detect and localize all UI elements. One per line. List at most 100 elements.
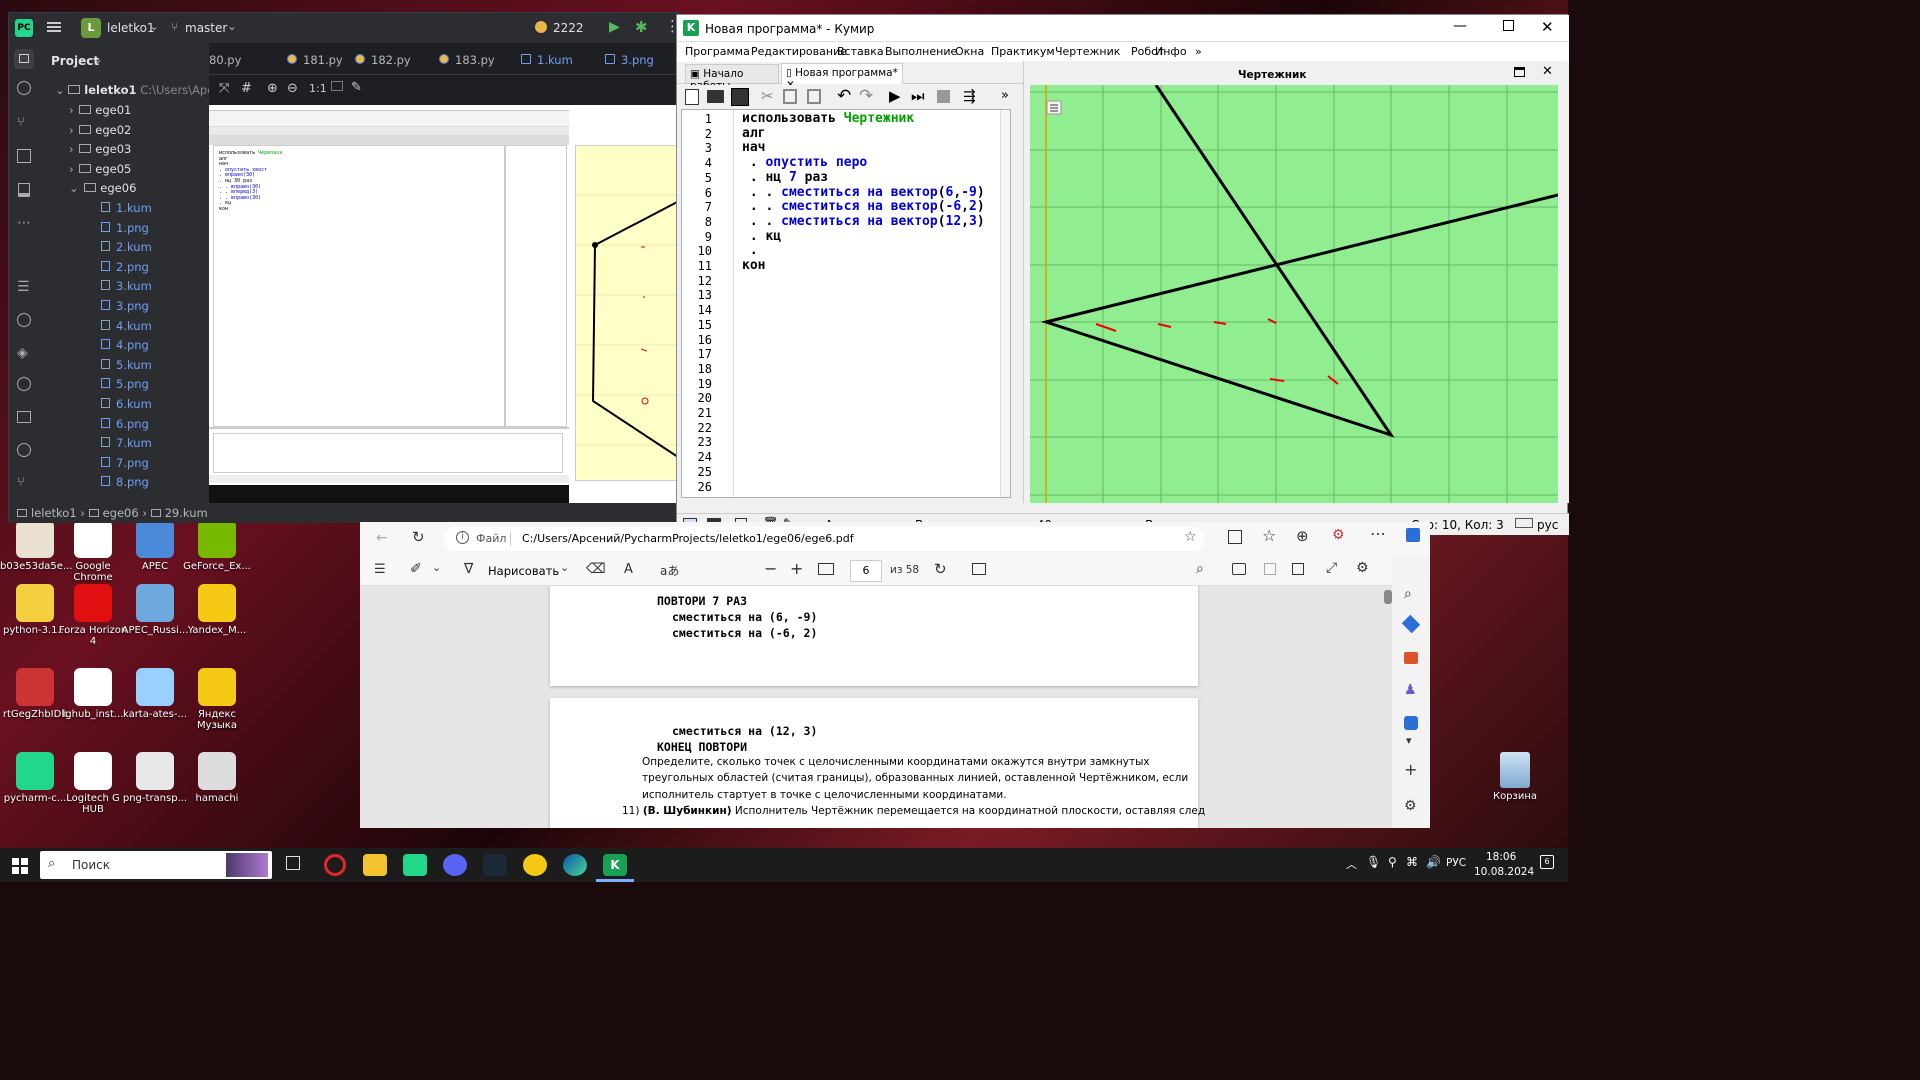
layers-icon[interactable]: ◈ — [17, 345, 28, 361]
menu-item[interactable]: » — [1195, 45, 1202, 58]
contents-icon[interactable]: ☰ — [374, 562, 386, 577]
copy-icon[interactable] — [783, 89, 797, 104]
run-icon[interactable]: ▶ — [889, 87, 901, 105]
tree-file[interactable]: 6.png — [101, 417, 149, 437]
tree-file[interactable]: 4.kum — [101, 319, 152, 339]
code-editor[interactable]: 1 2 3 4 5 6 7 8 9 10 11 12 13 14 15 16 17 18 19 20 21 22 23 24 2… — [681, 109, 1011, 498]
add-icon[interactable]: + — [1404, 760, 1417, 779]
search-icon[interactable]: ⌕ — [1404, 586, 1412, 602]
fullscreen-icon[interactable]: ⤢ — [1326, 560, 1337, 576]
zoom-out-icon[interactable]: − — [764, 559, 777, 578]
fit-page-icon[interactable] — [818, 563, 834, 575]
tree-file[interactable]: 2.png — [101, 260, 149, 280]
undock-icon[interactable] — [1514, 67, 1525, 77]
editor-tab[interactable]: 80.py — [209, 53, 241, 67]
breadcrumb-item[interactable]: leletko1 — [31, 506, 77, 520]
usb-icon[interactable]: ⌘ — [1406, 855, 1418, 869]
actual-size-button[interactable]: 1:1 — [309, 82, 327, 95]
translate-icon[interactable]: aあ — [660, 562, 679, 579]
tree-file[interactable]: 5.png — [101, 377, 149, 397]
code-line[interactable]: . кц — [742, 229, 781, 245]
editor-tab[interactable]: 182.py — [355, 53, 411, 67]
tree-file[interactable]: 5.kum — [101, 358, 152, 378]
desktop-icon[interactable]: APEC — [120, 520, 190, 572]
notifications-icon[interactable]: 6 — [1540, 855, 1554, 869]
chevron-down-icon[interactable]: ⌄ — [560, 561, 569, 574]
paste-icon[interactable] — [807, 89, 821, 104]
tree-file[interactable]: 3.kum — [101, 279, 152, 299]
file-explorer-icon[interactable] — [363, 854, 387, 876]
menu-item[interactable]: Практикум — [991, 45, 1055, 58]
chevron-down-icon[interactable]: ⌄ — [432, 561, 441, 574]
desktop-icon[interactable]: Яндекс Музыка — [182, 668, 252, 731]
git-icon[interactable]: ⑂ — [17, 475, 25, 490]
address-bar[interactable]: i Файл C:/Users/Арсений/PycharmProjects/… — [444, 527, 1204, 551]
zoom-out-icon[interactable]: ⊖ — [287, 81, 298, 96]
menu-item[interactable]: Вставка — [837, 45, 884, 58]
minimize-icon[interactable]: — — [1453, 18, 1467, 34]
editor-tab[interactable]: 181.py — [287, 53, 343, 67]
yandex-music-icon[interactable] — [523, 854, 547, 876]
editor-tab[interactable]: 3.png — [605, 53, 654, 67]
browser-menu-icon[interactable]: ⋯ — [1370, 524, 1386, 543]
eraser-icon[interactable]: ⌫ — [586, 561, 606, 577]
tree-root[interactable]: ⌄ leletko1 C:\Users\Арсен — [55, 83, 228, 103]
structure-icon[interactable] — [17, 149, 31, 163]
tree-file[interactable]: 7.kum — [101, 436, 152, 456]
undo-icon[interactable]: ↶ — [837, 86, 851, 106]
step-into-icon[interactable]: ⇶ — [963, 87, 976, 105]
tree-file[interactable]: 1.kum — [101, 201, 152, 221]
tree-file[interactable]: 3.png — [101, 299, 149, 319]
reload-icon[interactable]: ↻ — [412, 528, 425, 546]
chevron-down-icon[interactable]: ▾ — [1406, 734, 1412, 747]
tree-folder[interactable]: › ege05 — [69, 162, 131, 182]
run-icon[interactable]: ▶ — [609, 19, 620, 35]
volume-icon[interactable]: 🔊 — [1426, 855, 1441, 869]
save-icon[interactable] — [1264, 563, 1276, 575]
editor-scrollbar[interactable] — [1000, 110, 1010, 497]
tree-file[interactable]: 1.png — [101, 221, 149, 241]
desktop-icon[interactable]: karta-ates-... — [120, 668, 190, 720]
opera-icon[interactable] — [324, 854, 346, 876]
terminal-icon[interactable] — [17, 411, 31, 423]
desktop-icon[interactable]: Yandex_M... — [182, 584, 252, 636]
desktop-icon[interactable]: Forza Horizon 4 — [58, 584, 128, 647]
office-icon[interactable] — [1404, 716, 1418, 730]
menu-item[interactable]: Чертежник — [1055, 45, 1120, 58]
code-line[interactable]: использовать Чертежник — [742, 111, 914, 127]
shopping-icon[interactable] — [1401, 614, 1421, 634]
code-line[interactable]: кон — [742, 258, 765, 274]
edge-icon[interactable] — [563, 854, 587, 876]
menu-item[interactable]: Окна — [955, 45, 984, 58]
print-icon[interactable] — [1232, 563, 1246, 575]
todo-icon[interactable]: ☰ — [17, 279, 30, 295]
problems-icon[interactable] — [17, 443, 31, 457]
desktop-icon[interactable]: Logitech G HUB — [58, 752, 128, 815]
debug-icon[interactable]: ✱ — [635, 18, 648, 36]
tray-chevron-icon[interactable]: ︿ — [1346, 856, 1357, 872]
bookmarks-icon[interactable] — [18, 183, 30, 197]
menu-item[interactable]: Инфо — [1155, 45, 1187, 58]
services-icon[interactable] — [17, 377, 31, 391]
clock-time[interactable]: 18:06 — [1486, 851, 1516, 863]
code-line[interactable]: . опустить перо — [742, 155, 867, 171]
steam-icon[interactable] — [483, 854, 507, 876]
editor-tab[interactable]: 1.kum — [521, 53, 573, 67]
page-view-icon[interactable] — [972, 563, 986, 575]
taskbar-search[interactable]: ⌕ Поиск — [40, 851, 272, 879]
split-screen-icon[interactable] — [1228, 530, 1242, 544]
pdf-scrollbar-thumb[interactable] — [1384, 590, 1392, 604]
tree-folder[interactable]: › ege02 — [69, 123, 131, 143]
desktop-icon[interactable]: lghub_inst... — [58, 668, 128, 720]
more-tools-icon[interactable]: ⋯ — [17, 215, 31, 231]
stop-icon[interactable] — [937, 90, 950, 103]
tree-file[interactable]: 8.png — [101, 475, 149, 495]
close-icon[interactable]: ✕ — [1541, 18, 1554, 36]
tools-icon[interactable] — [1404, 652, 1418, 664]
tree-folder[interactable]: › ege03 — [69, 142, 131, 162]
save-as-icon[interactable] — [1292, 563, 1304, 575]
toolbar-more-icon[interactable]: » — [1001, 88, 1009, 103]
save-icon[interactable] — [731, 88, 749, 106]
code-line[interactable]: . . сместиться на вектор(12,3) — [742, 214, 985, 230]
open-file-icon[interactable] — [707, 90, 724, 103]
